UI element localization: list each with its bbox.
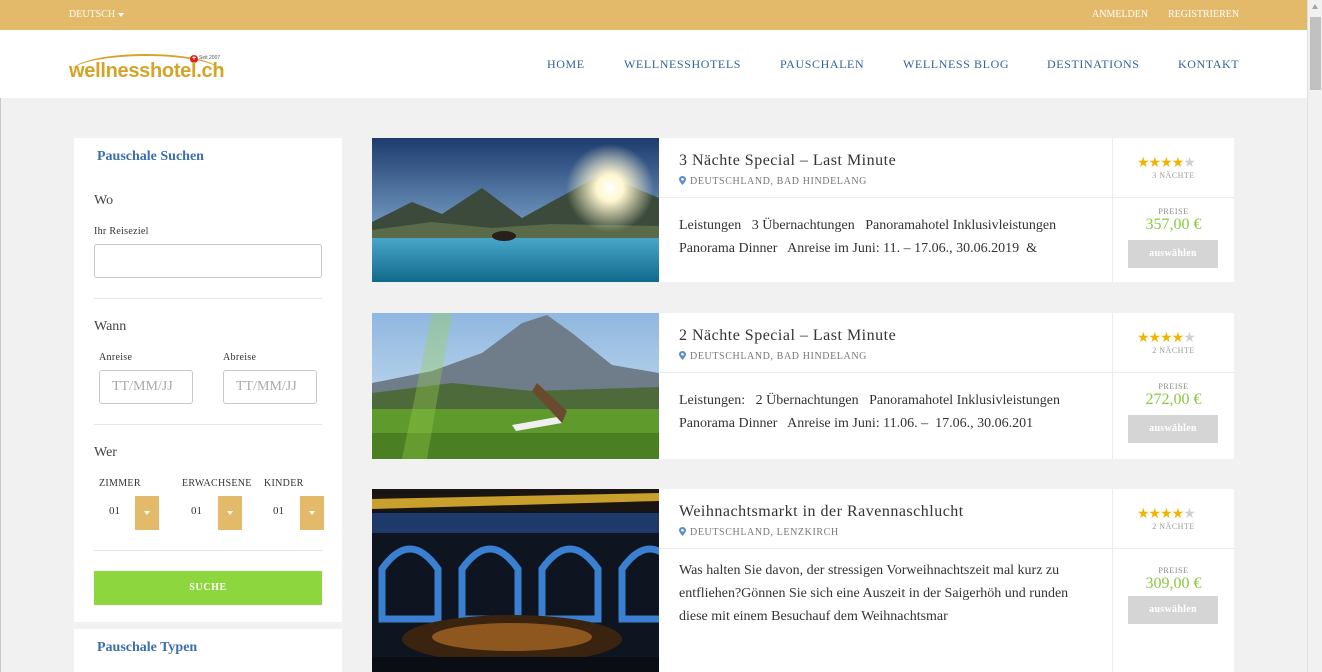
location-text: DEUTSCHLAND, BAD HINDELANG <box>690 176 867 187</box>
star-rating: ★★★★★ <box>1137 155 1196 171</box>
location-text: DEUTSCHLAND, LENZKIRCH <box>690 527 839 538</box>
caret-down-icon <box>118 12 125 17</box>
offer-location: DEUTSCHLAND, LENZKIRCH <box>679 527 839 538</box>
login-link[interactable]: ANMELDEN <box>1092 9 1148 20</box>
scroll-up-icon[interactable] <box>1312 4 1318 9</box>
children-select[interactable]: 01 <box>273 505 284 517</box>
divider <box>1113 197 1234 198</box>
offer-card: 3 Nächte Special – Last Minute DEUTSCHLA… <box>372 138 1234 282</box>
divider <box>1113 548 1234 549</box>
star-rating: ★★★★★ <box>1137 330 1196 346</box>
triangle-down-icon <box>144 511 150 515</box>
when-label: Wann <box>94 319 127 334</box>
destination-input[interactable] <box>94 244 322 278</box>
scrollbar-thumb[interactable] <box>1310 17 1321 90</box>
adults-dropdown-button[interactable] <box>218 496 242 530</box>
offer-photo[interactable] <box>372 138 659 282</box>
children-dropdown-button[interactable] <box>300 496 324 530</box>
select-offer-button[interactable]: auswählen <box>1128 415 1218 443</box>
price-label: PREISE <box>1158 566 1189 575</box>
divider <box>94 550 322 551</box>
departure-date-input[interactable]: TT/MM/JJ <box>223 370 317 404</box>
offer-location: DEUTSCHLAND, BAD HINDELANG <box>679 176 867 187</box>
rooms-dropdown-button[interactable] <box>135 496 159 530</box>
map-pin-icon <box>679 527 686 536</box>
divider <box>1113 372 1234 373</box>
divider <box>659 197 1112 198</box>
adults-label: ERWACHSENE <box>182 478 252 489</box>
divider <box>659 372 1112 373</box>
offer-description-line: Leistungen: 2 Übernachtungen Panoramahot… <box>679 393 1061 408</box>
nav-destinations[interactable]: DESTINATIONS <box>1047 57 1140 72</box>
offer-description-line: diese mit einem Besuchauf dem Weihnachts… <box>679 609 948 624</box>
offer-description-line: entfliehen?Gönnen Sie sich eine Auszeit … <box>679 586 1069 601</box>
where-label: Wo <box>94 193 114 208</box>
language-selector[interactable]: DEUTSCH <box>69 9 125 20</box>
top-bar: DEUTSCH ANMELDEN REGISTRIEREN <box>0 0 1307 30</box>
destination-label: Ihr Reiseziel <box>94 226 149 237</box>
page-edge <box>0 98 1 672</box>
select-offer-button[interactable]: auswählen <box>1128 240 1218 268</box>
offer-price: 357,00 € <box>1145 216 1202 233</box>
offer-photo[interactable] <box>372 489 659 672</box>
register-link[interactable]: REGISTRIEREN <box>1168 9 1239 20</box>
map-pin-icon <box>679 351 686 360</box>
package-types-title: Pauschale Typen <box>97 640 198 655</box>
offer-description-line: Leistungen 3 Übernachtungen Panoramahote… <box>679 218 1057 233</box>
rooms-select[interactable]: 01 <box>109 505 120 517</box>
arrival-date-input[interactable]: TT/MM/JJ <box>99 370 193 404</box>
page-scrollbar[interactable] <box>1307 0 1322 672</box>
site-logo[interactable]: + Seit 2007 wellnesshotel.ch <box>69 54 229 86</box>
location-text: DEUTSCHLAND, BAD HINDELANG <box>690 351 867 362</box>
nights-count: 2 NÄCHTE <box>1152 346 1195 355</box>
offer-title[interactable]: Weihnachtsmarkt in der Ravennaschlucht <box>679 503 964 521</box>
map-pin-icon <box>679 176 686 185</box>
offer-card: 2 Nächte Special – Last Minute DEUTSCHLA… <box>372 313 1234 459</box>
who-label: Wer <box>94 445 117 460</box>
search-button[interactable]: SUCHE <box>94 571 322 605</box>
nav-wellness-blog[interactable]: WELLNESS BLOG <box>903 57 1009 72</box>
offer-description-line: Was halten Sie davon, der stressigen Vor… <box>679 563 1060 578</box>
price-label: PREISE <box>1158 207 1189 216</box>
offer-price: 272,00 € <box>1145 391 1202 408</box>
nav-kontakt[interactable]: KONTAKT <box>1178 57 1239 72</box>
nights-count: 3 NÄCHTE <box>1152 171 1195 180</box>
search-panel-title: Pauschale Suchen <box>97 149 204 164</box>
offer-photo[interactable] <box>372 313 659 459</box>
divider <box>659 548 1112 549</box>
children-label: KINDER <box>264 478 304 489</box>
offer-title[interactable]: 2 Nächte Special – Last Minute <box>679 327 896 345</box>
offer-description-line: Panorama Dinner Anreise im Juni: 11.06. … <box>679 416 1034 431</box>
offer-location: DEUTSCHLAND, BAD HINDELANG <box>679 351 867 362</box>
rooms-label: ZIMMER <box>99 478 141 489</box>
star-rating: ★★★★★ <box>1137 506 1196 522</box>
divider <box>94 298 322 299</box>
nav-home[interactable]: HOME <box>547 57 585 72</box>
triangle-down-icon <box>227 511 233 515</box>
nav-pauschalen[interactable]: PAUSCHALEN <box>780 57 864 72</box>
offer-card: Weihnachtsmarkt in der Ravennaschlucht D… <box>372 489 1234 672</box>
adults-select[interactable]: 01 <box>191 505 202 517</box>
divider <box>94 424 322 425</box>
triangle-down-icon <box>309 511 315 515</box>
language-label: DEUTSCH <box>69 9 116 20</box>
offer-title[interactable]: 3 Nächte Special – Last Minute <box>679 152 896 170</box>
price-label: PREISE <box>1158 382 1189 391</box>
departure-label: Abreise <box>223 352 257 363</box>
nights-count: 2 NÄCHTE <box>1152 522 1195 531</box>
offer-description-line: Panorama Dinner Anreise im Juni: 11. – 1… <box>679 241 1037 256</box>
logo-text: wellnesshotel.ch <box>69 60 225 82</box>
arrival-label: Anreise <box>99 352 133 363</box>
offer-price: 309,00 € <box>1145 575 1202 592</box>
nav-wellnesshotels[interactable]: WELLNESSHOTELS <box>624 57 741 72</box>
select-offer-button[interactable]: auswählen <box>1128 596 1218 624</box>
